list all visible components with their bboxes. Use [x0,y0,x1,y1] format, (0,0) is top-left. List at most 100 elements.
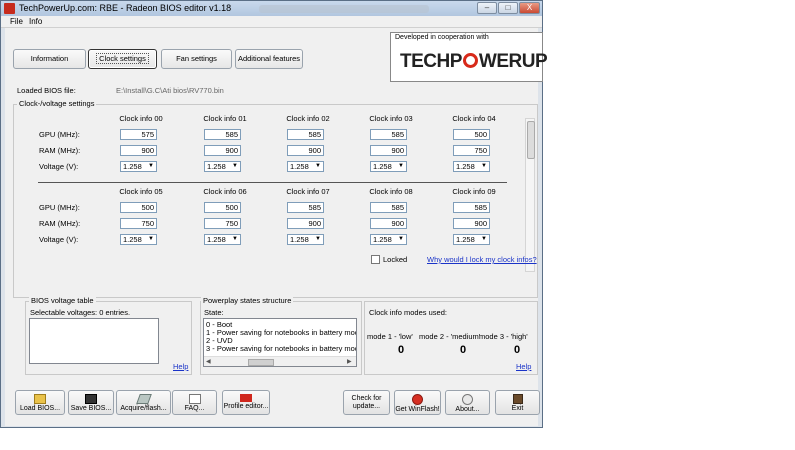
gpu-clock-input[interactable]: 585 [287,129,324,140]
tab-fan-settings[interactable]: Fan settings [161,49,232,69]
scrollbar-thumb[interactable] [527,121,535,159]
locked-checkbox[interactable] [371,255,380,264]
get-winflash-button[interactable]: Get WinFlash! [394,390,441,415]
voltage-help-link[interactable]: Help [173,362,188,371]
scroll-right-icon[interactable]: ▶ [347,358,352,365]
logo-text-b: WERUP [478,51,548,72]
voltage-list[interactable] [29,318,159,364]
menu-info[interactable]: Info [29,17,42,26]
clock-info-header: Clock info 03 [369,114,413,123]
blurred-title-area [259,5,429,13]
ram-clock-input[interactable]: 750 [120,218,157,229]
chevron-down-icon[interactable]: ▼ [315,162,321,171]
powerplay-states-list[interactable]: 0 - Boot 1 - Power saving for notebooks … [203,318,357,367]
voltage-select[interactable]: 1.258 ▼ [120,234,157,245]
row-label-voltage: Voltage (V): [39,235,79,244]
window-title: TechPowerUp.com: RBE - Radeon BIOS edito… [19,3,232,13]
clock-info-header: Clock info 06 [203,187,247,196]
row-label-gpu: GPU (MHz): [39,203,80,212]
chevron-down-icon[interactable]: ▼ [148,235,154,244]
state-label: State: [204,308,224,317]
acquire-flash-button[interactable]: Acquire/flash... [116,390,171,415]
chevron-down-icon[interactable]: ▼ [148,162,154,171]
voltage-select[interactable]: 1.258 ▼ [287,234,324,245]
ram-clock-input[interactable]: 750 [204,218,241,229]
clock-voltage-title: Clock-/voltage settings [17,99,97,108]
ati-logo-icon [240,394,252,402]
gpu-clock-input[interactable]: 585 [204,129,241,140]
row-label-gpu: GPU (MHz): [39,130,80,139]
powerplay-title: Powerplay states structure [201,296,294,305]
clock-scrollbar[interactable] [525,118,535,272]
gpu-clock-input[interactable]: 585 [370,202,407,213]
mode-1-value: 0 [397,344,405,356]
voltage-select-value: 1.258 [290,162,309,171]
block-divider [38,182,507,183]
check-update-button[interactable]: Check for update... [343,390,390,415]
ram-clock-input[interactable]: 900 [370,218,407,229]
exit-button[interactable]: Exit [495,390,540,415]
exit-door-icon [512,394,523,404]
chevron-down-icon[interactable]: ▼ [481,235,487,244]
voltage-select[interactable]: 1.258 ▼ [453,161,490,172]
voltage-select[interactable]: 1.258 ▼ [453,234,490,245]
voltage-select-value: 1.258 [207,235,226,244]
modes-help-link[interactable]: Help [516,362,531,371]
gpu-clock-input[interactable]: 500 [204,202,241,213]
clock-info-header: Clock info 00 [119,114,163,123]
tab-clock-settings[interactable]: Clock settings [88,49,157,69]
ram-clock-input[interactable]: 900 [120,145,157,156]
scroll-left-icon[interactable]: ◀ [206,358,211,365]
load-bios-button[interactable]: Load BIOS... [15,390,65,415]
voltage-select[interactable]: 1.258 ▼ [370,234,407,245]
mode-3-label: mode 3 - 'high' [479,332,528,341]
voltage-select[interactable]: 1.258 ▼ [370,161,407,172]
h-scrollbar-thumb[interactable] [248,359,274,366]
maximize-button[interactable]: □ [498,2,518,14]
faq-button[interactable]: FAQ... [172,390,217,415]
chevron-down-icon[interactable]: ▼ [398,162,404,171]
voltage-select[interactable]: 1.258 ▼ [120,161,157,172]
voltage-select-value: 1.258 [207,162,226,171]
gpu-clock-input[interactable]: 585 [370,129,407,140]
gpu-clock-input[interactable]: 585 [287,202,324,213]
ram-clock-input[interactable]: 900 [453,218,490,229]
mode-2-label: mode 2 - 'medium' [419,332,481,341]
state-item[interactable]: 3 - Power saving for notebooks in batter… [206,344,356,353]
voltage-select[interactable]: 1.258 ▼ [204,234,241,245]
ram-clock-input[interactable]: 750 [453,145,490,156]
ram-clock-input[interactable]: 900 [287,145,324,156]
close-button[interactable]: X [519,2,540,14]
chevron-down-icon[interactable]: ▼ [315,235,321,244]
techpowerup-logo-box[interactable]: Developed in cooperation with TECHP WERUP [390,32,548,82]
gpu-clock-input[interactable]: 500 [120,202,157,213]
gpu-clock-input[interactable]: 575 [120,129,157,140]
gpu-clock-input[interactable]: 585 [453,202,490,213]
profile-editor-button[interactable]: Profile editor... [222,390,270,415]
floppy-disk-icon [85,394,97,404]
bios-voltage-title: BIOS voltage table [29,296,96,305]
winflash-icon [412,394,423,405]
chevron-down-icon[interactable]: ▼ [481,162,487,171]
gpu-clock-input[interactable]: 500 [453,129,490,140]
load-bios-label: Load BIOS... [19,405,61,412]
tab-information[interactable]: Information [13,49,86,69]
ram-clock-input[interactable]: 900 [204,145,241,156]
chevron-down-icon[interactable]: ▼ [232,235,238,244]
tab-additional-features[interactable]: Additional features [235,49,303,69]
horizontal-scrollbar[interactable]: ◀ ▶ [204,356,356,366]
save-bios-button[interactable]: Save BIOS... [68,390,114,415]
title-bar[interactable]: TechPowerUp.com: RBE - Radeon BIOS edito… [1,1,542,16]
ram-clock-input[interactable]: 900 [370,145,407,156]
voltage-select[interactable]: 1.258 ▼ [287,161,324,172]
menu-file[interactable]: File [10,17,23,26]
chevron-down-icon[interactable]: ▼ [398,235,404,244]
about-button[interactable]: About... [445,390,490,415]
tab-information-label: Information [30,54,69,63]
tab-fan-settings-label: Fan settings [176,54,217,63]
ram-clock-input[interactable]: 900 [287,218,324,229]
minimize-button[interactable]: – [477,2,497,14]
why-lock-link[interactable]: Why would I lock my clock infos? [427,255,537,264]
chevron-down-icon[interactable]: ▼ [232,162,238,171]
voltage-select[interactable]: 1.258 ▼ [204,161,241,172]
